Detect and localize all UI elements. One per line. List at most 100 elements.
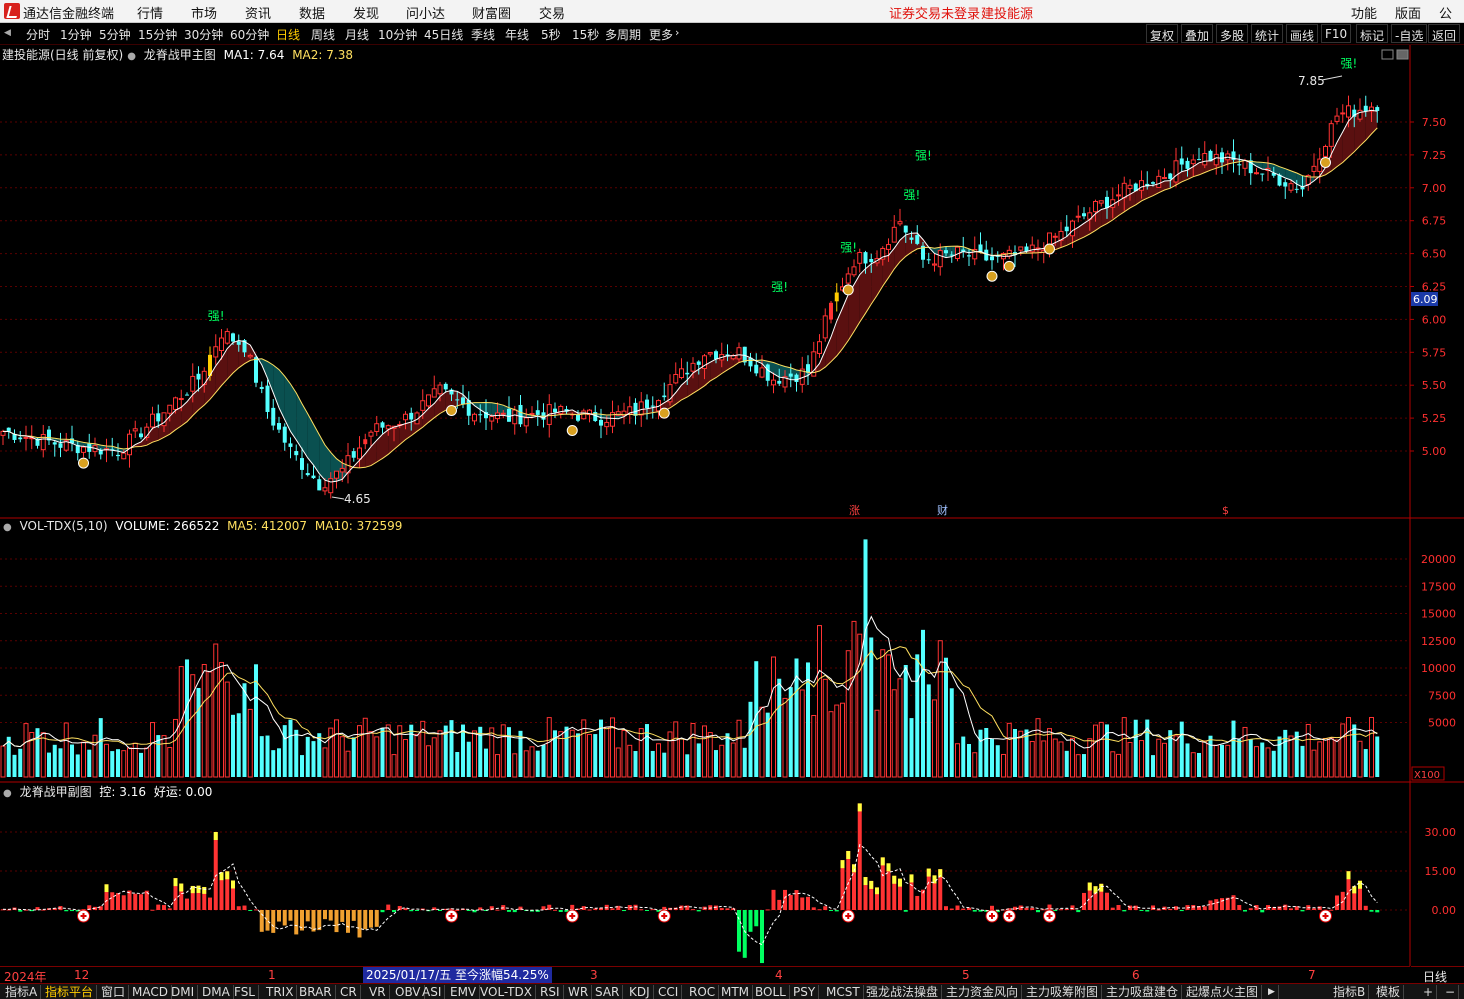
vol-title[interactable]: VOL-TDX(5,10) <box>20 519 108 533</box>
collapse-icon[interactable]: ◀ <box>4 28 11 38</box>
period-quarter[interactable]: 季线 <box>471 26 495 43</box>
tab-7[interactable]: TRIX <box>263 985 298 999</box>
tab-6[interactable]: FSL <box>231 985 259 999</box>
period-5sec[interactable]: 5秒 <box>541 26 561 43</box>
sub-title[interactable]: 龙脊战甲副图 <box>20 785 92 799</box>
date-label-jan: 1 <box>268 968 276 982</box>
menu-zixun[interactable]: 资讯 <box>245 3 271 22</box>
scroll-left-icon[interactable] <box>1381 49 1394 60</box>
volume-bar <box>799 689 805 778</box>
candle <box>277 423 281 430</box>
tab-scroll-icon[interactable]: ▶ <box>1265 985 1279 999</box>
tab-indicator-b[interactable]: 指标B <box>1330 985 1370 999</box>
tab-24[interactable]: MCST <box>823 985 864 999</box>
sub-bar <box>903 910 908 912</box>
period-15min[interactable]: 15分钟 <box>138 26 177 43</box>
period-10min[interactable]: 10分钟 <box>378 26 417 43</box>
period-fenshi[interactable]: 分时 <box>26 26 50 43</box>
menu-banmian[interactable]: 版面 <box>1395 3 1421 22</box>
plus-icon[interactable]: + <box>1420 985 1438 999</box>
tab-18[interactable]: KDJ <box>626 985 654 999</box>
sub-bar <box>415 910 419 911</box>
event-cai-marker[interactable]: 财 <box>937 503 948 517</box>
volume-bar <box>1162 742 1167 778</box>
tab-29[interactable]: 起爆点火主图 <box>1183 985 1263 999</box>
tab-3[interactable]: MACD <box>129 985 172 999</box>
btn-huaxian[interactable]: 画线 <box>1286 24 1319 43</box>
period-45day[interactable]: 45日线 <box>424 26 463 43</box>
tab-9[interactable]: CR <box>337 985 361 999</box>
kline-chart[interactable]: 7.50 7.25 7.00 6.75 6.50 6.25 6.00 5.75 5.50 5.25… <box>0 45 1464 966</box>
vol-indicator-icon[interactable]: ● <box>3 522 12 533</box>
btn-f10[interactable]: F10 <box>1321 24 1352 43</box>
sub-bar-top <box>213 832 218 840</box>
menu-jiaoyi[interactable]: 交易 <box>539 3 565 22</box>
tab-15[interactable]: RSI <box>537 985 564 999</box>
main-indicator-name[interactable]: 龙脊战甲主图 <box>144 48 216 62</box>
tab-22[interactable]: BOLL <box>752 985 790 999</box>
sub-bar <box>725 908 730 910</box>
btn-fanhui[interactable]: 返回 <box>1428 24 1461 43</box>
period-monthly[interactable]: 月线 <box>345 26 369 43</box>
volume-tick: 5000 <box>1428 717 1456 730</box>
menu-shuju[interactable]: 数据 <box>299 3 325 22</box>
period-1min[interactable]: 1分钟 <box>60 26 92 43</box>
volume-bar <box>638 728 644 778</box>
panel-menu-icon[interactable] <box>1396 49 1409 60</box>
menu-hangqing[interactable]: 行情 <box>137 3 163 22</box>
btn-zixuan[interactable]: -自选 <box>1391 24 1428 43</box>
period-30min[interactable]: 30分钟 <box>184 26 223 43</box>
tab-27[interactable]: 主力吸筹附图 <box>1023 985 1103 999</box>
event-dollar-marker[interactable]: $ <box>1222 504 1229 517</box>
tab-19[interactable]: CCI <box>655 985 683 999</box>
tab-13[interactable]: EMV <box>447 985 481 999</box>
tab-23[interactable]: PSY <box>790 985 820 999</box>
indicator-dropdown-icon[interactable]: ● <box>127 51 136 62</box>
btn-biaoji[interactable]: 标记 <box>1356 24 1389 43</box>
tab-16[interactable]: WR <box>565 985 593 999</box>
tab-2[interactable]: 窗口 <box>98 985 130 999</box>
tab-10[interactable]: VR <box>366 985 390 999</box>
menu-faxian[interactable]: 发现 <box>353 3 379 22</box>
tab-1[interactable]: 指标平台 <box>42 985 98 999</box>
period-year[interactable]: 年线 <box>505 26 529 43</box>
date-label-jul: 7 <box>1308 968 1316 982</box>
tab-8[interactable]: BRAR <box>296 985 336 999</box>
btn-duogu[interactable]: 多股 <box>1216 24 1249 43</box>
stock-title[interactable]: 建投能源(日线 前复权) <box>2 48 123 62</box>
menu-shichang[interactable]: 市场 <box>191 3 217 22</box>
period-weekly[interactable]: 周线 <box>311 26 335 43</box>
period-60min[interactable]: 60分钟 <box>230 26 269 43</box>
tab-0[interactable]: 指标A <box>2 985 42 999</box>
menu-caifuquan[interactable]: 财富圈 <box>472 3 511 22</box>
tab-14[interactable]: VOL-TDX <box>477 985 536 999</box>
candle <box>685 372 690 375</box>
menu-gongneng[interactable]: 功能 <box>1351 3 1377 22</box>
candle <box>822 315 828 339</box>
tab-25[interactable]: 强龙战法操盘 <box>863 985 943 999</box>
tab-28[interactable]: 主力吸盘建仓 <box>1103 985 1183 999</box>
tab-26[interactable]: 主力资金风向 <box>943 985 1023 999</box>
sub-indicator-icon[interactable]: ● <box>3 788 12 799</box>
tab-12[interactable]: ASI <box>419 985 446 999</box>
tab-5[interactable]: DMA <box>199 985 234 999</box>
period-15sec[interactable]: 15秒 <box>572 26 599 43</box>
trade-login-warning[interactable]: 证券交易未登录 <box>889 3 980 22</box>
tab-20[interactable]: ROC <box>686 985 720 999</box>
tab-template[interactable]: 模板 <box>1373 985 1405 999</box>
minus-icon[interactable]: − <box>1442 985 1460 999</box>
event-zhang-marker[interactable]: 涨 <box>849 504 860 517</box>
btn-diejia[interactable]: 叠加 <box>1181 24 1214 43</box>
period-multi[interactable]: 多周期 <box>605 26 641 43</box>
btn-fuquan[interactable]: 复权 <box>1146 24 1179 43</box>
btn-tongji[interactable]: 统计 <box>1251 24 1284 43</box>
period-daily[interactable]: 日线 <box>276 26 300 43</box>
volume-bar <box>478 726 483 777</box>
period-5min[interactable]: 5分钟 <box>99 26 131 43</box>
tab-17[interactable]: SAR <box>592 985 624 999</box>
tab-21[interactable]: MTM <box>718 985 754 999</box>
period-more[interactable]: 更多 <box>649 26 673 43</box>
candle <box>213 346 219 358</box>
tab-4[interactable]: DMI <box>168 985 199 999</box>
menu-wenxiaoda[interactable]: 问小达 <box>406 3 445 22</box>
